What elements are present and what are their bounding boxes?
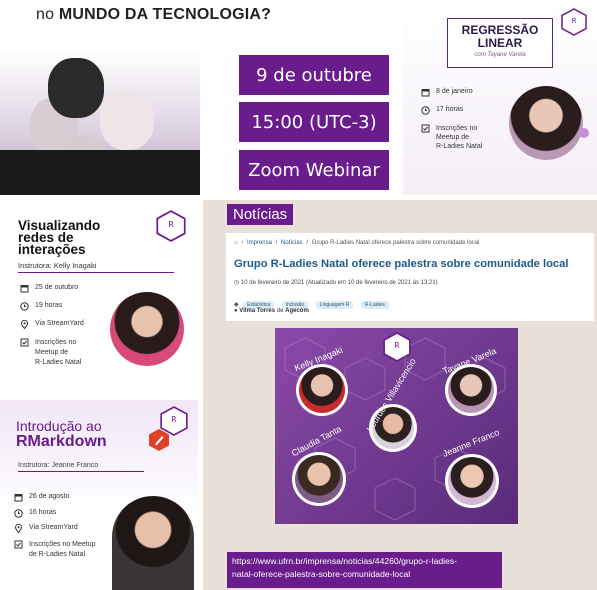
title-line: Introdução ao [16,418,102,434]
url-line[interactable]: https://www.ufrn.br/imprensa/noticias/44… [232,555,497,568]
subtitle: com Tayane Varela [474,52,526,58]
signup-line: R-Ladies Natal [436,143,483,150]
visualizando-title: Visualizando redes de interações [18,219,100,257]
clock-icon [421,106,430,115]
news-card: ⌂ › Imprensa / Notícias / Grupo R-Ladies… [226,233,594,321]
instructor-photo [110,292,184,366]
regressao-date-row: 8 de janeiro [421,88,473,97]
checkbox-calendar-icon [14,540,23,549]
rmd-signup-row: Inscrições no Meetup de R-Ladies Natal [14,540,96,560]
breadcrumb: ⌂ › Imprensa / Notícias / Grupo R-Ladies… [234,240,480,246]
author-name: Vilma Torres [239,308,276,314]
regressao-title-card: REGRESSÃO LINEAR com Tayane Varela [447,18,553,68]
vis-date-row: 25 de outubro [20,284,78,293]
rladies-logo-icon: R [561,8,587,36]
where-text: Via StreamYard [35,320,84,327]
rmd-date-row: 26 de agosto [14,493,69,502]
time-box: 15:00 (UTC-3) [239,102,389,142]
tag[interactable]: R-Ladies [360,301,389,309]
rmd-where-row: Via StreamYard [14,524,78,533]
date-box: 9 de outubre [239,55,389,95]
clock-icon: ◷ [234,280,240,286]
home-icon[interactable]: ⌂ [234,240,238,246]
event-panel-regressao: REGRESSÃO LINEAR com Tayane Varela R 8 d… [403,0,597,195]
date-text: 26 de agosto [29,493,70,500]
breadcrumb-item[interactable]: Notícias [281,240,303,246]
signup-line: Inscrições no [436,125,478,132]
user-icon: ● [234,308,238,314]
breadcrumb-item[interactable]: Imprensa [247,240,272,246]
signup-line: Meetup de [35,349,69,356]
author-line: ● Vilma Torres de Agecom [234,308,309,314]
url-line[interactable]: natal-oferece-palestra-sobre-comunidade-… [232,568,497,581]
speaker-photo [445,454,499,508]
signup-line: Meetup de [436,134,470,141]
vis-time-row: 19 horas [20,302,62,311]
signup-line: Inscrições no [35,339,77,346]
svg-text:R: R [572,17,577,25]
question-text: no MUNDO DA TECNOLOGIA? [36,6,272,23]
signup-line: de R-Ladies Natal [29,551,86,558]
signup-line: R-Ladies Natal [35,359,82,366]
time-text: 16 horas [29,509,57,516]
title-line: RMarkdown [16,433,107,450]
instructor-label: Instrutora: Kelly Inagaki [18,261,174,273]
time-text: 19 horas [35,302,63,309]
instructor-label: Instrutora: Jeanne Franco [18,462,144,472]
time-text: 17 horas [436,106,464,113]
speakers-collage: R Kelly Inagaki Tayane Varela Lourdes Vi… [275,328,518,524]
location-pin-icon [20,320,29,329]
agency-name: Agecom [285,308,309,314]
calendar-icon [14,494,23,502]
svg-text:R: R [394,341,399,350]
speaker-photo [292,452,346,506]
rladies-logo-icon: R [156,210,186,242]
checkbox-calendar-icon [421,124,430,133]
decor-dot [579,128,589,138]
tag[interactable]: Linguagem R [315,301,354,309]
instructor-photo [509,86,583,160]
news-headline[interactable]: Grupo R-Ladies Natal oferece palestra so… [234,258,568,270]
title-line: interações [18,242,86,257]
location-pin-icon [14,524,23,533]
title-line: LINEAR [477,36,523,50]
checkbox-calendar-icon [20,338,29,347]
regressao-signup-row: Inscrições no Meetup de R-Ladies Natal [421,124,482,151]
news-header: Notícias [227,204,294,225]
regressao-time-row: 17 horas [421,106,463,115]
event-panel-rmarkdown: Introdução ao RMarkdown R Instrutora: Je… [0,400,198,590]
date-text: 25 de outubro [35,284,79,291]
svg-text:R: R [168,220,174,229]
clock-icon [20,302,29,311]
date-text: 8 de janeiro [436,88,473,95]
svg-text:R: R [171,415,176,424]
vis-signup-row: Inscrições no Meetup de R-Ladies Natal [20,338,81,368]
news-date: ◷ 10 de fevereiro de 2021 (Atualizado em… [234,279,438,286]
article-url[interactable]: https://www.ufrn.br/imprensa/noticias/44… [227,552,502,588]
calendar-icon [20,285,29,293]
vis-where-row: Via StreamYard [20,320,84,329]
author-of: de [276,308,284,314]
rmd-time-row: 16 horas [14,509,56,518]
news-panel: Notícias ⌂ › Imprensa / Notícias / Grupo… [203,200,597,590]
event-panel-tech: no MUNDO DA TECNOLOGIA? 9 de outubre 15:… [0,0,395,195]
group-photo [0,50,200,195]
date-line-text: 10 de fevereiro de 2021 (Atualizado em 1… [240,280,438,286]
rmarkdown-title: Introdução ao RMarkdown [16,418,107,450]
speaker-photo [296,364,348,416]
breadcrumb-item: Grupo R-Ladies Natal oferece palestra so… [311,240,480,246]
where-text: Via StreamYard [29,524,78,531]
instructor-photo [112,496,194,590]
event-panel-visualizando: Visualizando redes de interações R Instr… [0,200,198,400]
signup-line: Inscrições no Meetup [29,541,96,548]
platform-box: Zoom Webinar [239,150,389,190]
calendar-icon [421,89,430,97]
clock-icon [14,509,23,518]
rmarkdown-hex-icon [149,429,169,451]
